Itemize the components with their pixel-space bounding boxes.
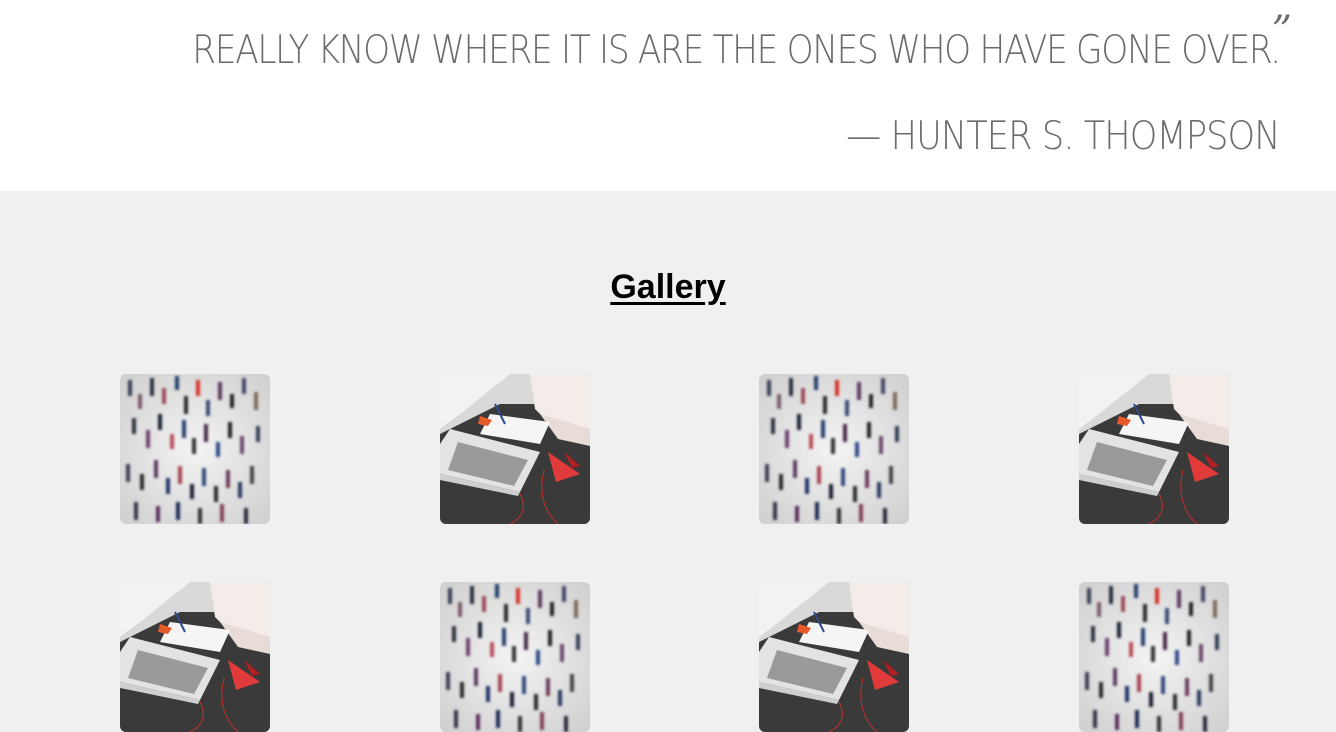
closing-quote-mark: ” [1271,8,1292,54]
crowd-photo [120,374,270,524]
gallery-item-laptop-photo[interactable] [440,374,590,524]
gallery-item-crowd-photo[interactable] [759,374,909,524]
gallery-item-crowd-photo[interactable] [1079,582,1229,732]
crowd-photo [1079,582,1229,732]
quote-author: — HUNTER S. THOMPSON [846,114,1281,159]
gallery-item-crowd-photo[interactable] [440,582,590,732]
laptop-photo [1079,374,1229,524]
quote-section: REALLY KNOW WHERE IT IS ARE THE ONES WHO… [0,0,1336,191]
gallery-item-laptop-photo[interactable] [1079,374,1229,524]
gallery-heading[interactable]: Gallery [0,268,1336,307]
laptop-photo [440,374,590,524]
crowd-photo [759,374,909,524]
gallery-item-crowd-photo[interactable] [120,374,270,524]
laptop-photo [759,582,909,732]
gallery-item-laptop-photo[interactable] [120,582,270,732]
laptop-photo [120,582,270,732]
quote-text: REALLY KNOW WHERE IT IS ARE THE ONES WHO… [192,28,1281,73]
crowd-photo [440,582,590,732]
gallery-item-laptop-photo[interactable] [759,582,909,732]
